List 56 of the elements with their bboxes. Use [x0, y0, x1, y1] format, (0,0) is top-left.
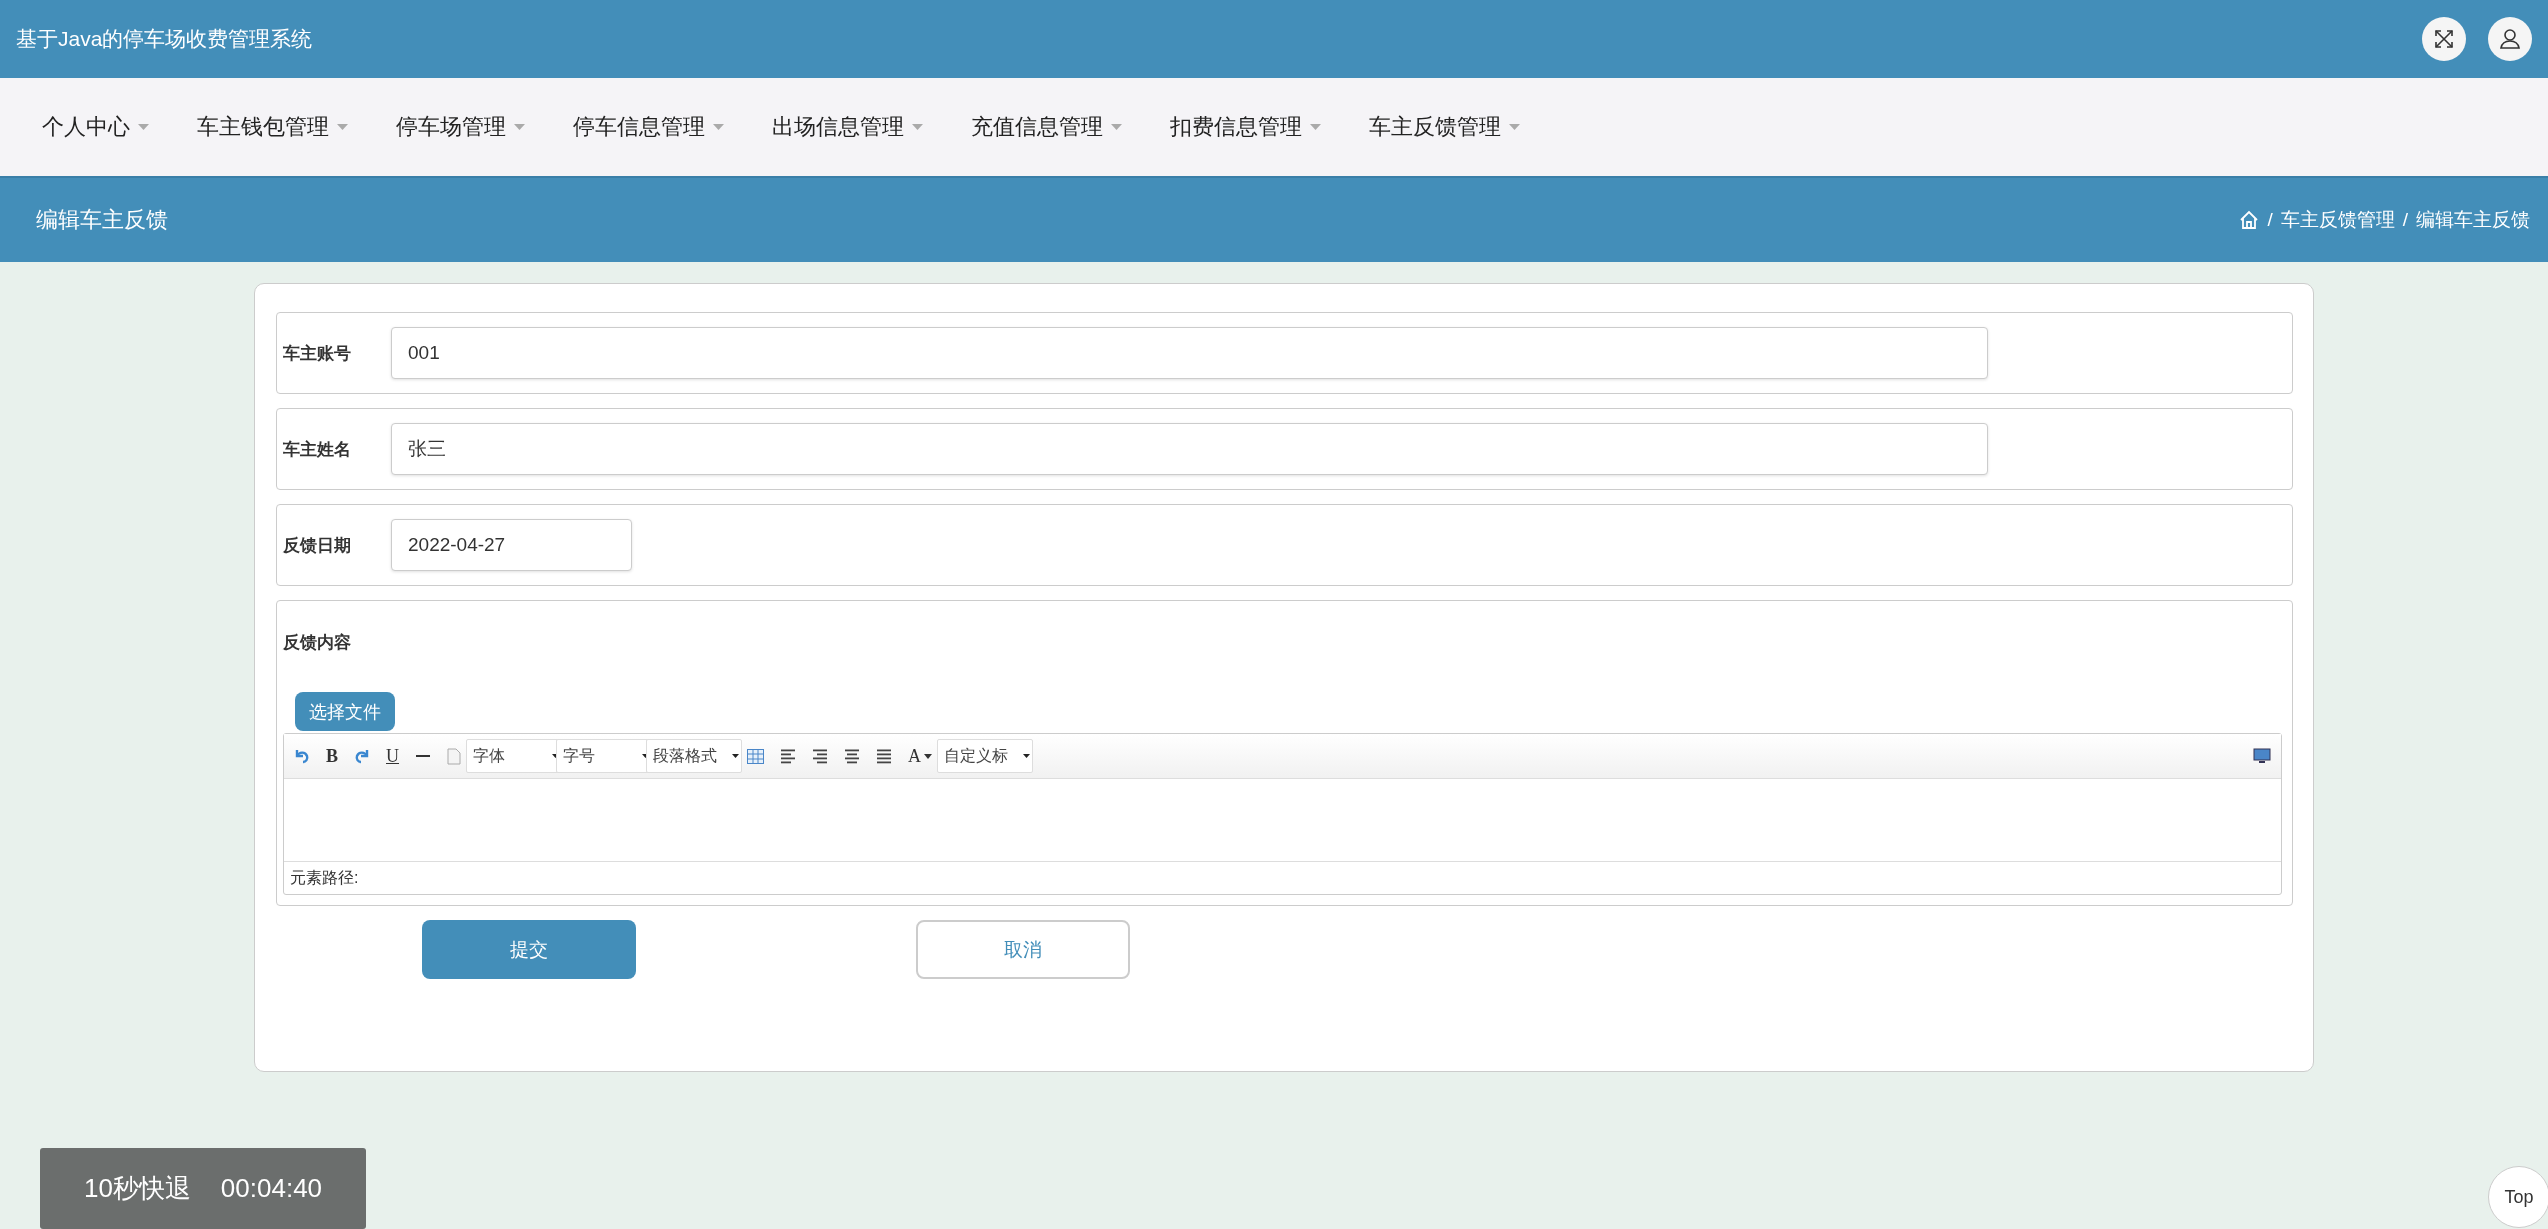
- breadcrumb-separator: /: [2267, 209, 2273, 231]
- field-label: 反馈日期: [283, 534, 352, 557]
- fullscreen-button[interactable]: [2422, 17, 2466, 61]
- breadcrumb-item[interactable]: 车主反馈管理: [2280, 207, 2395, 233]
- toolbar-dropdown[interactable]: 段落格式: [646, 739, 742, 773]
- table-icon[interactable]: [747, 748, 764, 764]
- bold-button[interactable]: B: [326, 745, 338, 767]
- date-field[interactable]: 2022-04-27: [391, 519, 632, 571]
- align-left-icon[interactable]: [780, 748, 796, 764]
- nav-menu-item[interactable]: 车主钱包管理: [183, 104, 362, 150]
- caret-icon: [924, 753, 932, 759]
- field-label: 车主账号: [283, 342, 352, 365]
- nav-menu-item[interactable]: 扣费信息管理: [1156, 104, 1335, 150]
- page-title: 编辑车主反馈: [36, 206, 168, 234]
- align-right-icon[interactable]: [812, 748, 828, 764]
- caret-icon: [138, 124, 149, 130]
- choose-file-button[interactable]: 选择文件: [295, 692, 395, 731]
- caret-icon: [1310, 124, 1321, 130]
- text-field[interactable]: 001: [391, 327, 1988, 379]
- rewind-label[interactable]: 10秒快退: [83, 1171, 191, 1206]
- user-button[interactable]: [2488, 17, 2532, 61]
- font-color-button[interactable]: A: [908, 745, 932, 767]
- element-path-label: 元素路径:: [290, 867, 359, 888]
- caret-icon: [337, 124, 348, 130]
- nav-menu-item[interactable]: 出场信息管理: [758, 104, 937, 150]
- undo-icon[interactable]: [294, 748, 310, 764]
- breadcrumb-item: 编辑车主反馈: [2416, 208, 2530, 232]
- nav-menu-item[interactable]: 停车信息管理: [559, 104, 738, 150]
- app-title: 基于Java的停车场收费管理系统: [16, 26, 313, 52]
- caret-icon: [912, 124, 923, 130]
- text-field[interactable]: 张三: [391, 423, 1988, 475]
- caret-icon: [1509, 124, 1520, 130]
- caret-icon: [514, 124, 525, 130]
- cancel-button[interactable]: 取消: [916, 920, 1130, 979]
- nav-menu-item[interactable]: 充值信息管理: [957, 104, 1136, 150]
- submit-button[interactable]: 提交: [422, 920, 636, 979]
- user-icon: [2498, 27, 2522, 51]
- underline-button[interactable]: U: [386, 745, 399, 767]
- field-label: 反馈内容: [283, 632, 352, 654]
- playback-time: 00:04:40: [220, 1173, 323, 1204]
- caret-icon: [732, 754, 739, 758]
- caret-icon: [1023, 754, 1030, 758]
- nav-menu-item[interactable]: 车主反馈管理: [1355, 104, 1534, 150]
- align-center-icon[interactable]: [844, 748, 860, 764]
- toolbar-dropdown[interactable]: 自定义标: [937, 739, 1033, 773]
- nav-menu-item[interactable]: 个人中心: [28, 104, 163, 150]
- field-label: 车主姓名: [283, 438, 352, 461]
- nav-menu-item[interactable]: 停车场管理: [382, 104, 539, 150]
- justify-icon[interactable]: [876, 748, 892, 764]
- redo-icon[interactable]: [354, 748, 370, 764]
- monitor-icon[interactable]: [2253, 748, 2271, 764]
- expand-icon: [2433, 28, 2455, 50]
- breadcrumb-separator: /: [2402, 209, 2408, 231]
- caret-icon: [713, 124, 724, 130]
- home-icon[interactable]: [2239, 210, 2260, 230]
- caret-icon: [1111, 124, 1122, 130]
